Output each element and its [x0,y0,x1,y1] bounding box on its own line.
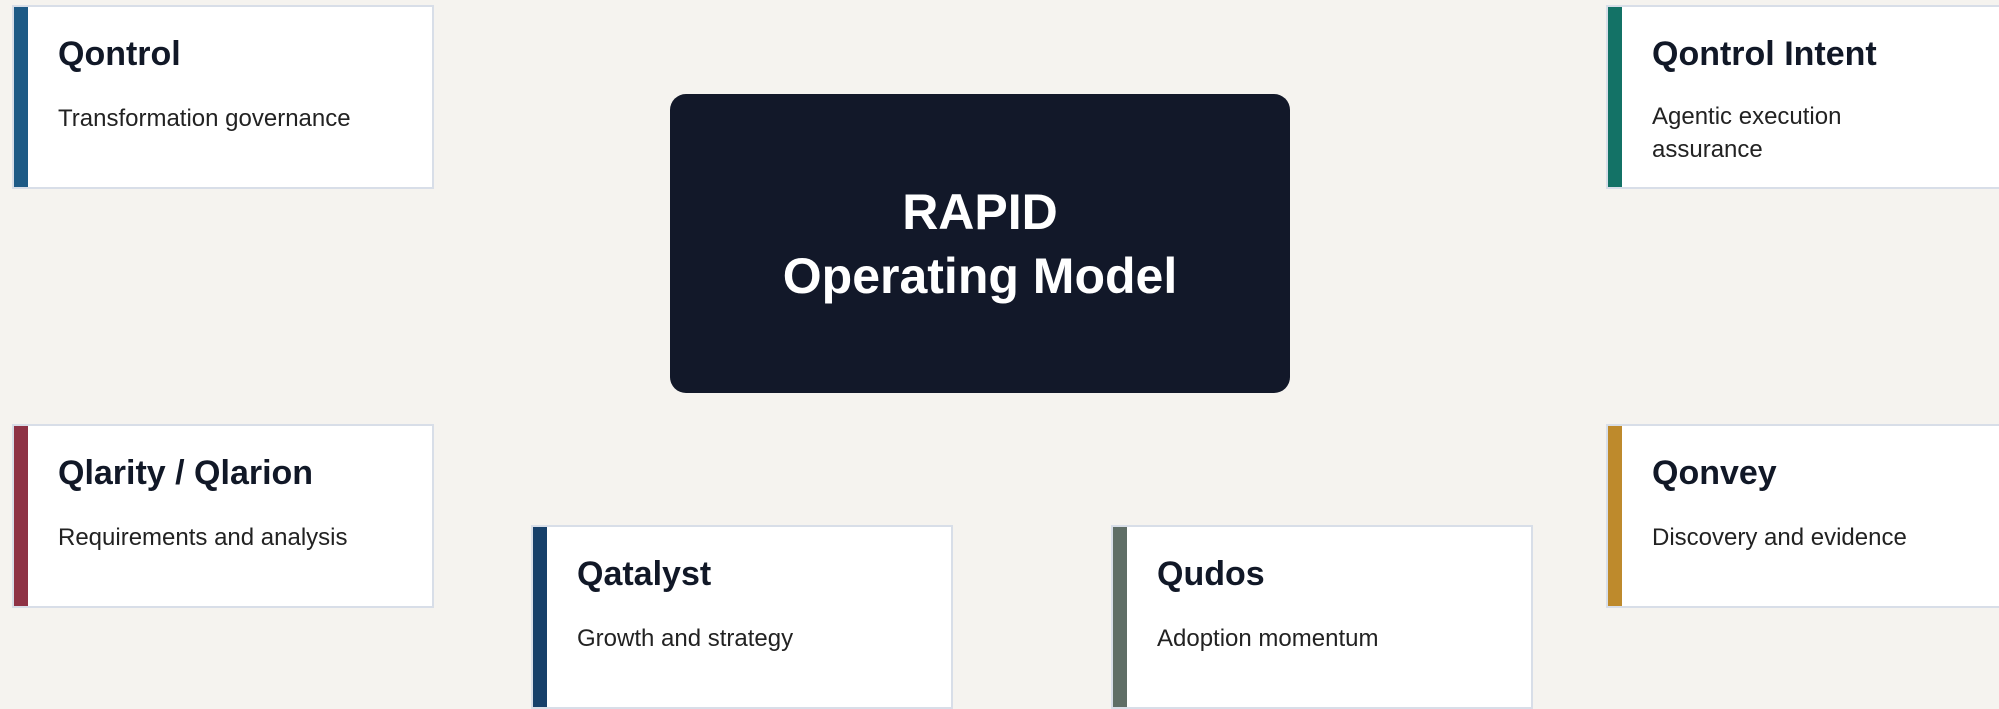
card-accent-bar [1608,426,1622,606]
card-title: Qontrol [58,35,181,73]
hub-title-line-1: RAPID [902,183,1058,240]
card-subtitle: Growth and strategy [577,624,794,652]
card-subtitle: Agentic execution assurance [1652,102,1842,163]
card-qontrol: Qontrol Transformation governance [12,5,434,189]
card-title: Qonvey [1652,454,1777,492]
card-qudos: Qudos Adoption momentum [1111,525,1533,709]
card-qlarity-qlarion: Qlarity / Qlarion Requirements and analy… [12,424,434,608]
card-qontrol-intent: Qontrol Intent Agentic execution assuran… [1606,5,1999,189]
card-title: Qatalyst [577,555,712,593]
card-subtitle: Discovery and evidence [1652,523,1907,551]
card-accent-bar [533,527,547,707]
card-accent-bar [14,7,28,187]
card-qonvey: Qonvey Discovery and evidence [1606,424,1999,608]
card-qatalyst: Qatalyst Growth and strategy [531,525,953,709]
card-accent-bar [14,426,28,606]
operating-model-hub: RAPID Operating Model [670,94,1290,393]
card-subtitle: Transformation governance [58,104,351,132]
card-subtitle: Requirements and analysis [58,523,348,551]
card-title: Qudos [1157,555,1265,593]
card-subtitle: Adoption momentum [1157,624,1379,652]
card-accent-bar [1608,7,1622,187]
card-title: Qlarity / Qlarion [58,454,314,492]
card-accent-bar [1113,527,1127,707]
card-title: Qontrol Intent [1652,35,1877,73]
hub-title-line-2: Operating Model [782,247,1178,304]
